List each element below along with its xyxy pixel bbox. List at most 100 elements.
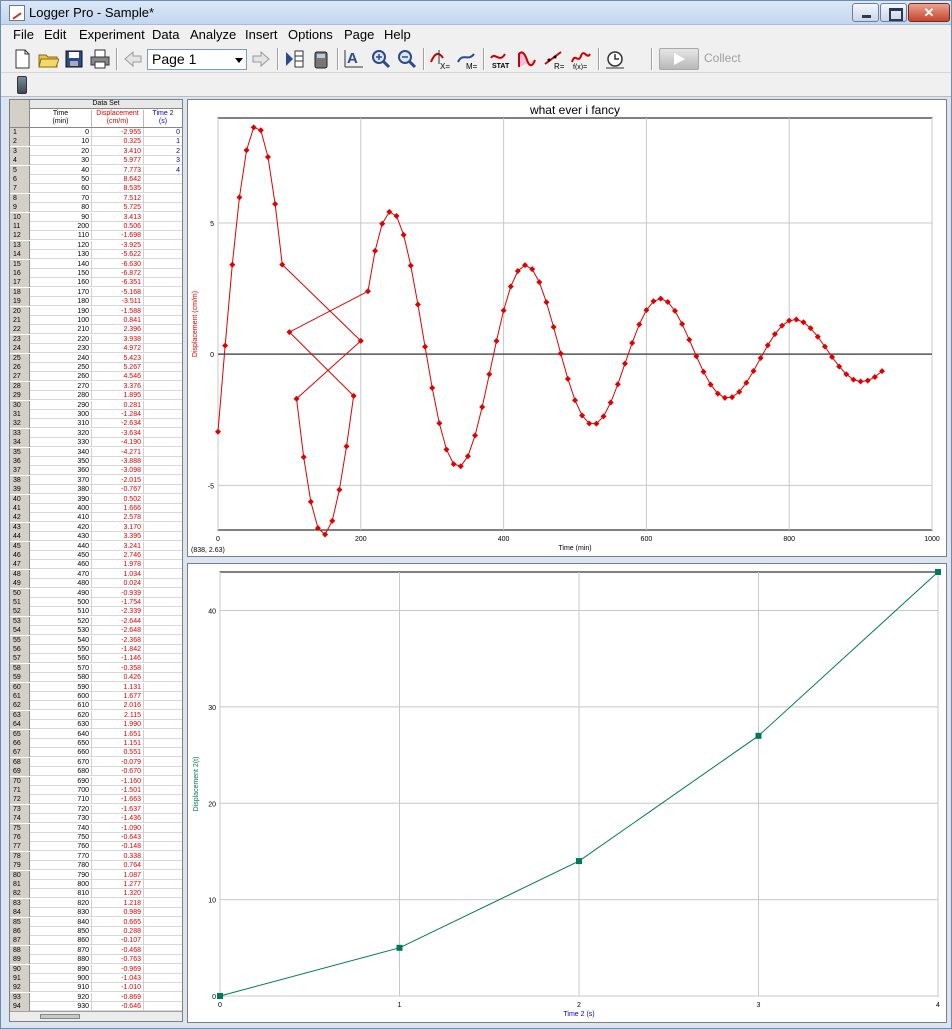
- time-cell[interactable]: 250: [30, 363, 92, 372]
- time-2-cell[interactable]: [144, 335, 182, 344]
- time-cell[interactable]: 590: [30, 682, 92, 692]
- table-row[interactable]: 21 100 0.841: [10, 316, 182, 325]
- time-cell[interactable]: 130: [30, 250, 92, 260]
- menu-insert[interactable]: Insert: [245, 27, 278, 42]
- time-2-cell[interactable]: [144, 495, 182, 504]
- time-2-cell[interactable]: [144, 1002, 182, 1011]
- time-cell[interactable]: 50: [30, 175, 92, 184]
- time-2-cell[interactable]: [144, 410, 182, 419]
- scrollbar-thumb[interactable]: [40, 1014, 80, 1019]
- table-row[interactable]: 90 890 -0.969: [10, 964, 182, 974]
- table-row[interactable]: 34 330 -4.190: [10, 438, 182, 448]
- time-cell[interactable]: 330: [30, 438, 92, 448]
- time-cell[interactable]: 520: [30, 616, 92, 626]
- time-2-cell[interactable]: [144, 598, 182, 607]
- time-2-cell[interactable]: [144, 372, 182, 381]
- time-cell[interactable]: 730: [30, 814, 92, 824]
- table-row[interactable]: 62 610 2.016: [10, 701, 182, 711]
- time-2-cell[interactable]: [144, 880, 182, 889]
- column-header-time[interactable]: Time (min): [30, 110, 92, 128]
- time-2-cell[interactable]: [144, 607, 182, 616]
- displacement-2-plot[interactable]: 0 1 2 3 4010203040Time 2 (s)Displacement 2(t…: [188, 564, 946, 1022]
- zoom-out-icon[interactable]: [396, 48, 418, 70]
- table-row[interactable]: 6 50 8.642: [10, 175, 182, 184]
- time-cell[interactable]: 540: [30, 635, 92, 645]
- displacement-cell[interactable]: 2.115: [92, 710, 144, 720]
- displacement-cell[interactable]: -6.630: [92, 259, 144, 269]
- time-2-cell[interactable]: [144, 871, 182, 880]
- time-2-cell[interactable]: [144, 908, 182, 917]
- table-row[interactable]: 91 900 -1.043: [10, 974, 182, 983]
- column-header-displacement[interactable]: Displacement (cm/m): [92, 110, 144, 128]
- time-cell[interactable]: 480: [30, 579, 92, 589]
- table-row[interactable]: 74 730 -1.436: [10, 814, 182, 824]
- displacement-cell[interactable]: 1.666: [92, 504, 144, 513]
- displacement-cell[interactable]: 0.502: [92, 494, 144, 504]
- table-row[interactable]: 65 640 1.651: [10, 729, 182, 739]
- table-row[interactable]: 56 550 -1.842: [10, 645, 182, 654]
- displacement-cell[interactable]: 1.151: [92, 739, 144, 748]
- table-row[interactable]: 11 200 0.506: [10, 222, 182, 231]
- time-2-cell[interactable]: [144, 748, 182, 757]
- data-collection-icon[interactable]: [604, 48, 626, 70]
- time-cell[interactable]: 610: [30, 701, 92, 711]
- time-cell[interactable]: 680: [30, 767, 92, 777]
- displacement-cell[interactable]: 5.267: [92, 363, 144, 372]
- table-row[interactable]: 88 870 -0.468: [10, 945, 182, 955]
- displacement-cell[interactable]: 0.841: [92, 316, 144, 325]
- displacement-cell[interactable]: 1.677: [92, 692, 144, 701]
- time-cell[interactable]: 290: [30, 400, 92, 410]
- time-cell[interactable]: 150: [30, 269, 92, 278]
- time-2-cell[interactable]: 3: [144, 156, 182, 165]
- displacement-cell[interactable]: -0.079: [92, 757, 144, 767]
- displacement-cell[interactable]: -0.643: [92, 833, 144, 842]
- time-2-cell[interactable]: [144, 927, 182, 936]
- table-row[interactable]: 14 130 -5.622: [10, 250, 182, 260]
- table-row[interactable]: 18 170 -5.168: [10, 287, 182, 297]
- displacement-cell[interactable]: 0.764: [92, 861, 144, 871]
- time-2-cell[interactable]: [144, 795, 182, 804]
- table-row[interactable]: 68 670 -0.079: [10, 757, 182, 767]
- table-row[interactable]: 52 510 -2.339: [10, 607, 182, 617]
- menu-page[interactable]: Page: [344, 27, 374, 42]
- time-cell[interactable]: 80: [30, 203, 92, 213]
- time-cell[interactable]: 440: [30, 541, 92, 551]
- time-cell[interactable]: 930: [30, 1002, 92, 1012]
- time-cell[interactable]: 230: [30, 344, 92, 354]
- time-2-cell[interactable]: [144, 560, 182, 569]
- time-2-cell[interactable]: [144, 936, 182, 945]
- table-row[interactable]: 27 260 4.546: [10, 372, 182, 382]
- time-2-cell[interactable]: [144, 645, 182, 654]
- displacement-cell[interactable]: -1.090: [92, 823, 144, 833]
- time-cell[interactable]: 210: [30, 325, 92, 335]
- zoom-in-icon[interactable]: [370, 48, 392, 70]
- table-row[interactable]: 50 490 -0.939: [10, 588, 182, 598]
- time-2-cell[interactable]: [144, 297, 182, 306]
- tangent-icon[interactable]: M=: [456, 48, 478, 70]
- displacement-cell[interactable]: -2.955: [92, 128, 144, 137]
- time-cell[interactable]: 530: [30, 626, 92, 636]
- time-cell[interactable]: 60: [30, 184, 92, 194]
- menu-data[interactable]: Data: [152, 27, 179, 42]
- time-cell[interactable]: 400: [30, 504, 92, 513]
- table-row[interactable]: 79 780 0.764: [10, 861, 182, 871]
- time-cell[interactable]: 180: [30, 297, 92, 307]
- table-row[interactable]: 87 860 -0.107: [10, 936, 182, 946]
- displacement-cell[interactable]: -1.842: [92, 645, 144, 654]
- displacement-cell[interactable]: -0.468: [92, 945, 144, 955]
- displacement-cell[interactable]: 3.410: [92, 146, 144, 156]
- time-cell[interactable]: 650: [30, 739, 92, 748]
- table-row[interactable]: 38 370 -2.015: [10, 475, 182, 485]
- time-2-cell[interactable]: [144, 466, 182, 475]
- previous-page-icon[interactable]: [122, 48, 144, 70]
- time-2-cell[interactable]: [144, 513, 182, 522]
- table-row[interactable]: 22 210 2.396: [10, 325, 182, 335]
- print-icon[interactable]: [89, 48, 111, 70]
- sensor-icon[interactable]: [17, 76, 27, 94]
- time-2-cell[interactable]: [144, 842, 182, 851]
- time-2-cell[interactable]: [144, 222, 182, 231]
- table-row[interactable]: 51 500 -1.754: [10, 598, 182, 607]
- displacement-cell[interactable]: 1.131: [92, 682, 144, 692]
- displacement-cell[interactable]: -1.146: [92, 654, 144, 664]
- time-2-cell[interactable]: [144, 692, 182, 701]
